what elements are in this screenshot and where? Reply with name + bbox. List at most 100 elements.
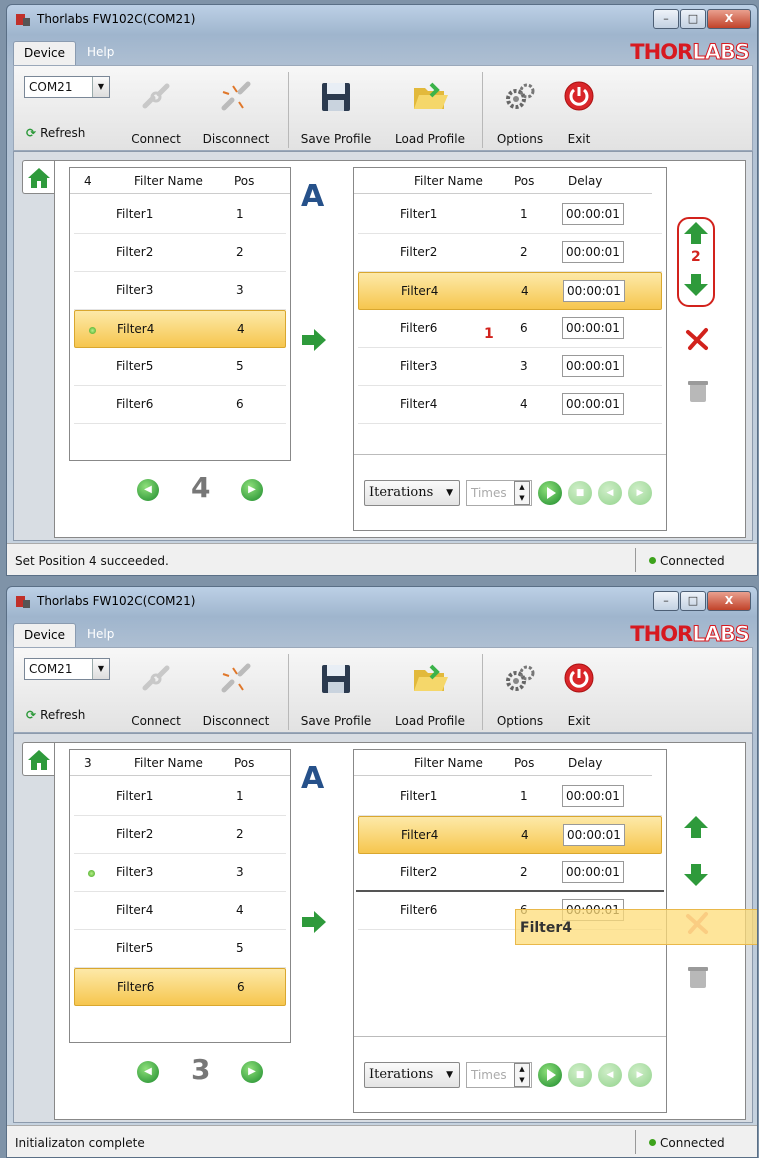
delay-input[interactable]: 00:00:01: [563, 824, 625, 846]
mode-label: A: [301, 179, 325, 214]
list-item[interactable]: Filter1 1: [74, 196, 286, 234]
next-position-button[interactable]: ▶: [241, 479, 263, 501]
chevron-down-icon: ▼: [446, 1070, 453, 1080]
play-button[interactable]: [538, 1063, 562, 1087]
com-port-select[interactable]: COM21 ▼: [24, 658, 110, 680]
delay-input[interactable]: 00:00:01: [563, 280, 625, 302]
list-item[interactable]: Filter2 2: [74, 234, 286, 272]
home-tab[interactable]: [22, 742, 54, 776]
list-item-selected[interactable]: Filter6 6: [74, 968, 286, 1006]
list-item[interactable]: Filter5 5: [74, 348, 286, 386]
close-button[interactable]: X: [707, 9, 751, 29]
sequence-row[interactable]: Filter6600:00:01: [358, 310, 662, 348]
filter-count: 4: [84, 174, 92, 188]
play-button[interactable]: [538, 481, 562, 505]
trash-icon[interactable]: [687, 379, 709, 403]
disconnect-button[interactable]: Disconnect: [194, 648, 278, 734]
iterations-select[interactable]: Iterations ▼: [364, 1062, 460, 1088]
options-button[interactable]: Options: [488, 648, 552, 734]
current-position-indicator: [89, 327, 96, 334]
sequence-row-selected[interactable]: Filter4 4 00:00:01: [358, 816, 662, 854]
list-item[interactable]: Filter3 3: [74, 854, 286, 892]
maximize-button[interactable]: □: [680, 9, 706, 29]
last-step-button[interactable]: ▶: [628, 1063, 652, 1087]
delay-input[interactable]: 00:00:01: [562, 785, 624, 807]
minimize-button[interactable]: –: [653, 591, 679, 611]
delay-input[interactable]: 00:00:01: [562, 355, 624, 377]
exit-button[interactable]: Exit: [554, 648, 604, 734]
first-step-button[interactable]: ◀: [598, 1063, 622, 1087]
refresh-button[interactable]: ⟳ Refresh: [26, 708, 85, 722]
home-tab[interactable]: [22, 160, 54, 194]
times-spinner[interactable]: ▲ ▼: [514, 1063, 530, 1087]
gears-icon: [506, 665, 535, 691]
delete-icon[interactable]: [685, 327, 709, 351]
window-title: Thorlabs FW102C(COM21): [37, 594, 196, 608]
delay-input[interactable]: 00:00:01: [562, 241, 624, 263]
list-item-selected[interactable]: Filter4 4: [74, 310, 286, 348]
sequence-row[interactable]: Filter2 2 00:00:01: [358, 234, 662, 272]
trash-icon[interactable]: [687, 965, 709, 989]
connect-button[interactable]: Connect: [124, 648, 188, 734]
ribbon-toolbar: COM21 ▼ ⟳ Refresh Connect Disconnect Save …: [13, 65, 753, 151]
column-filter-name: Filter Name: [414, 756, 483, 770]
add-to-sequence-arrow-icon[interactable]: [301, 329, 327, 351]
delay-input[interactable]: 00:00:01: [562, 203, 624, 225]
delay-input[interactable]: 00:00:01: [562, 393, 624, 415]
load-profile-button[interactable]: Load Profile: [388, 648, 472, 734]
stop-button[interactable]: ■: [568, 1063, 592, 1087]
com-port-select[interactable]: COM21 ▼: [24, 76, 110, 98]
app-window: Thorlabs FW102C(COM21) – □ X Device Help…: [6, 586, 758, 1158]
close-button[interactable]: X: [707, 591, 751, 611]
iterations-select[interactable]: Iterations ▼: [364, 480, 460, 506]
load-profile-button[interactable]: Load Profile: [388, 66, 472, 152]
sequence-row[interactable]: Filter2 2 00:00:01: [358, 854, 662, 892]
list-item[interactable]: Filter1 1: [74, 778, 286, 816]
first-step-button[interactable]: ◀: [598, 481, 622, 505]
move-up-icon[interactable]: [683, 815, 709, 839]
disconnect-button[interactable]: Disconnect: [194, 66, 278, 152]
drag-ghost-item: Filter4: [515, 909, 757, 945]
delay-input[interactable]: 00:00:01: [562, 861, 624, 883]
move-up-icon[interactable]: [683, 221, 709, 245]
options-button[interactable]: Options: [488, 66, 552, 152]
tab-device[interactable]: Device: [13, 623, 77, 647]
sequence-row[interactable]: Filter3 3 00:00:01: [358, 348, 662, 386]
sequence-row[interactable]: Filter4 4 00:00:01: [358, 386, 662, 424]
refresh-button[interactable]: ⟳ Refresh: [26, 126, 85, 140]
sequence-row[interactable]: Filter1 1 00:00:01: [358, 196, 662, 234]
tab-help[interactable]: Help: [77, 41, 124, 65]
minimize-button[interactable]: –: [653, 9, 679, 29]
add-to-sequence-arrow-icon[interactable]: [301, 911, 327, 933]
sequence-list-header: Filter Name Pos Delay: [354, 750, 652, 776]
filter-list: 4 Filter Name Pos Filter1 1 Filter2 2 Filt…: [69, 167, 291, 461]
stop-button[interactable]: ■: [568, 481, 592, 505]
times-spinner[interactable]: ▲ ▼: [514, 481, 530, 505]
list-item[interactable]: Filter6 6: [74, 386, 286, 424]
list-item[interactable]: Filter3 3: [74, 272, 286, 310]
column-pos: Pos: [234, 174, 255, 188]
last-step-button[interactable]: ▶: [628, 481, 652, 505]
connect-button[interactable]: Connect: [124, 66, 188, 152]
save-profile-button[interactable]: Save Profile: [296, 66, 376, 152]
filter-count: 3: [84, 756, 92, 770]
next-position-button[interactable]: ▶: [241, 1061, 263, 1083]
delay-input[interactable]: 00:00:01: [562, 317, 624, 339]
previous-position-button[interactable]: ◀: [137, 479, 159, 501]
tab-device[interactable]: Device: [13, 41, 77, 65]
save-profile-button[interactable]: Save Profile: [296, 648, 376, 734]
sequence-row-selected[interactable]: Filter4 4 00:00:01: [358, 272, 662, 310]
move-down-icon[interactable]: [683, 863, 709, 887]
tab-help[interactable]: Help: [77, 623, 124, 647]
status-message: Set Position 4 succeeded.: [15, 554, 169, 568]
list-item[interactable]: Filter4 4: [74, 892, 286, 930]
list-item[interactable]: Filter2 2: [74, 816, 286, 854]
ribbon-toolbar: COM21 ▼ ⟳ Refresh Connect Disconnect Save …: [13, 647, 753, 733]
filter-list-header: 4 Filter Name Pos: [70, 168, 290, 194]
maximize-button[interactable]: □: [680, 591, 706, 611]
sequence-row[interactable]: Filter1 1 00:00:01: [358, 778, 662, 816]
previous-position-button[interactable]: ◀: [137, 1061, 159, 1083]
move-down-icon[interactable]: [683, 273, 709, 297]
exit-button[interactable]: Exit: [554, 66, 604, 152]
list-item[interactable]: Filter5 5: [74, 930, 286, 968]
